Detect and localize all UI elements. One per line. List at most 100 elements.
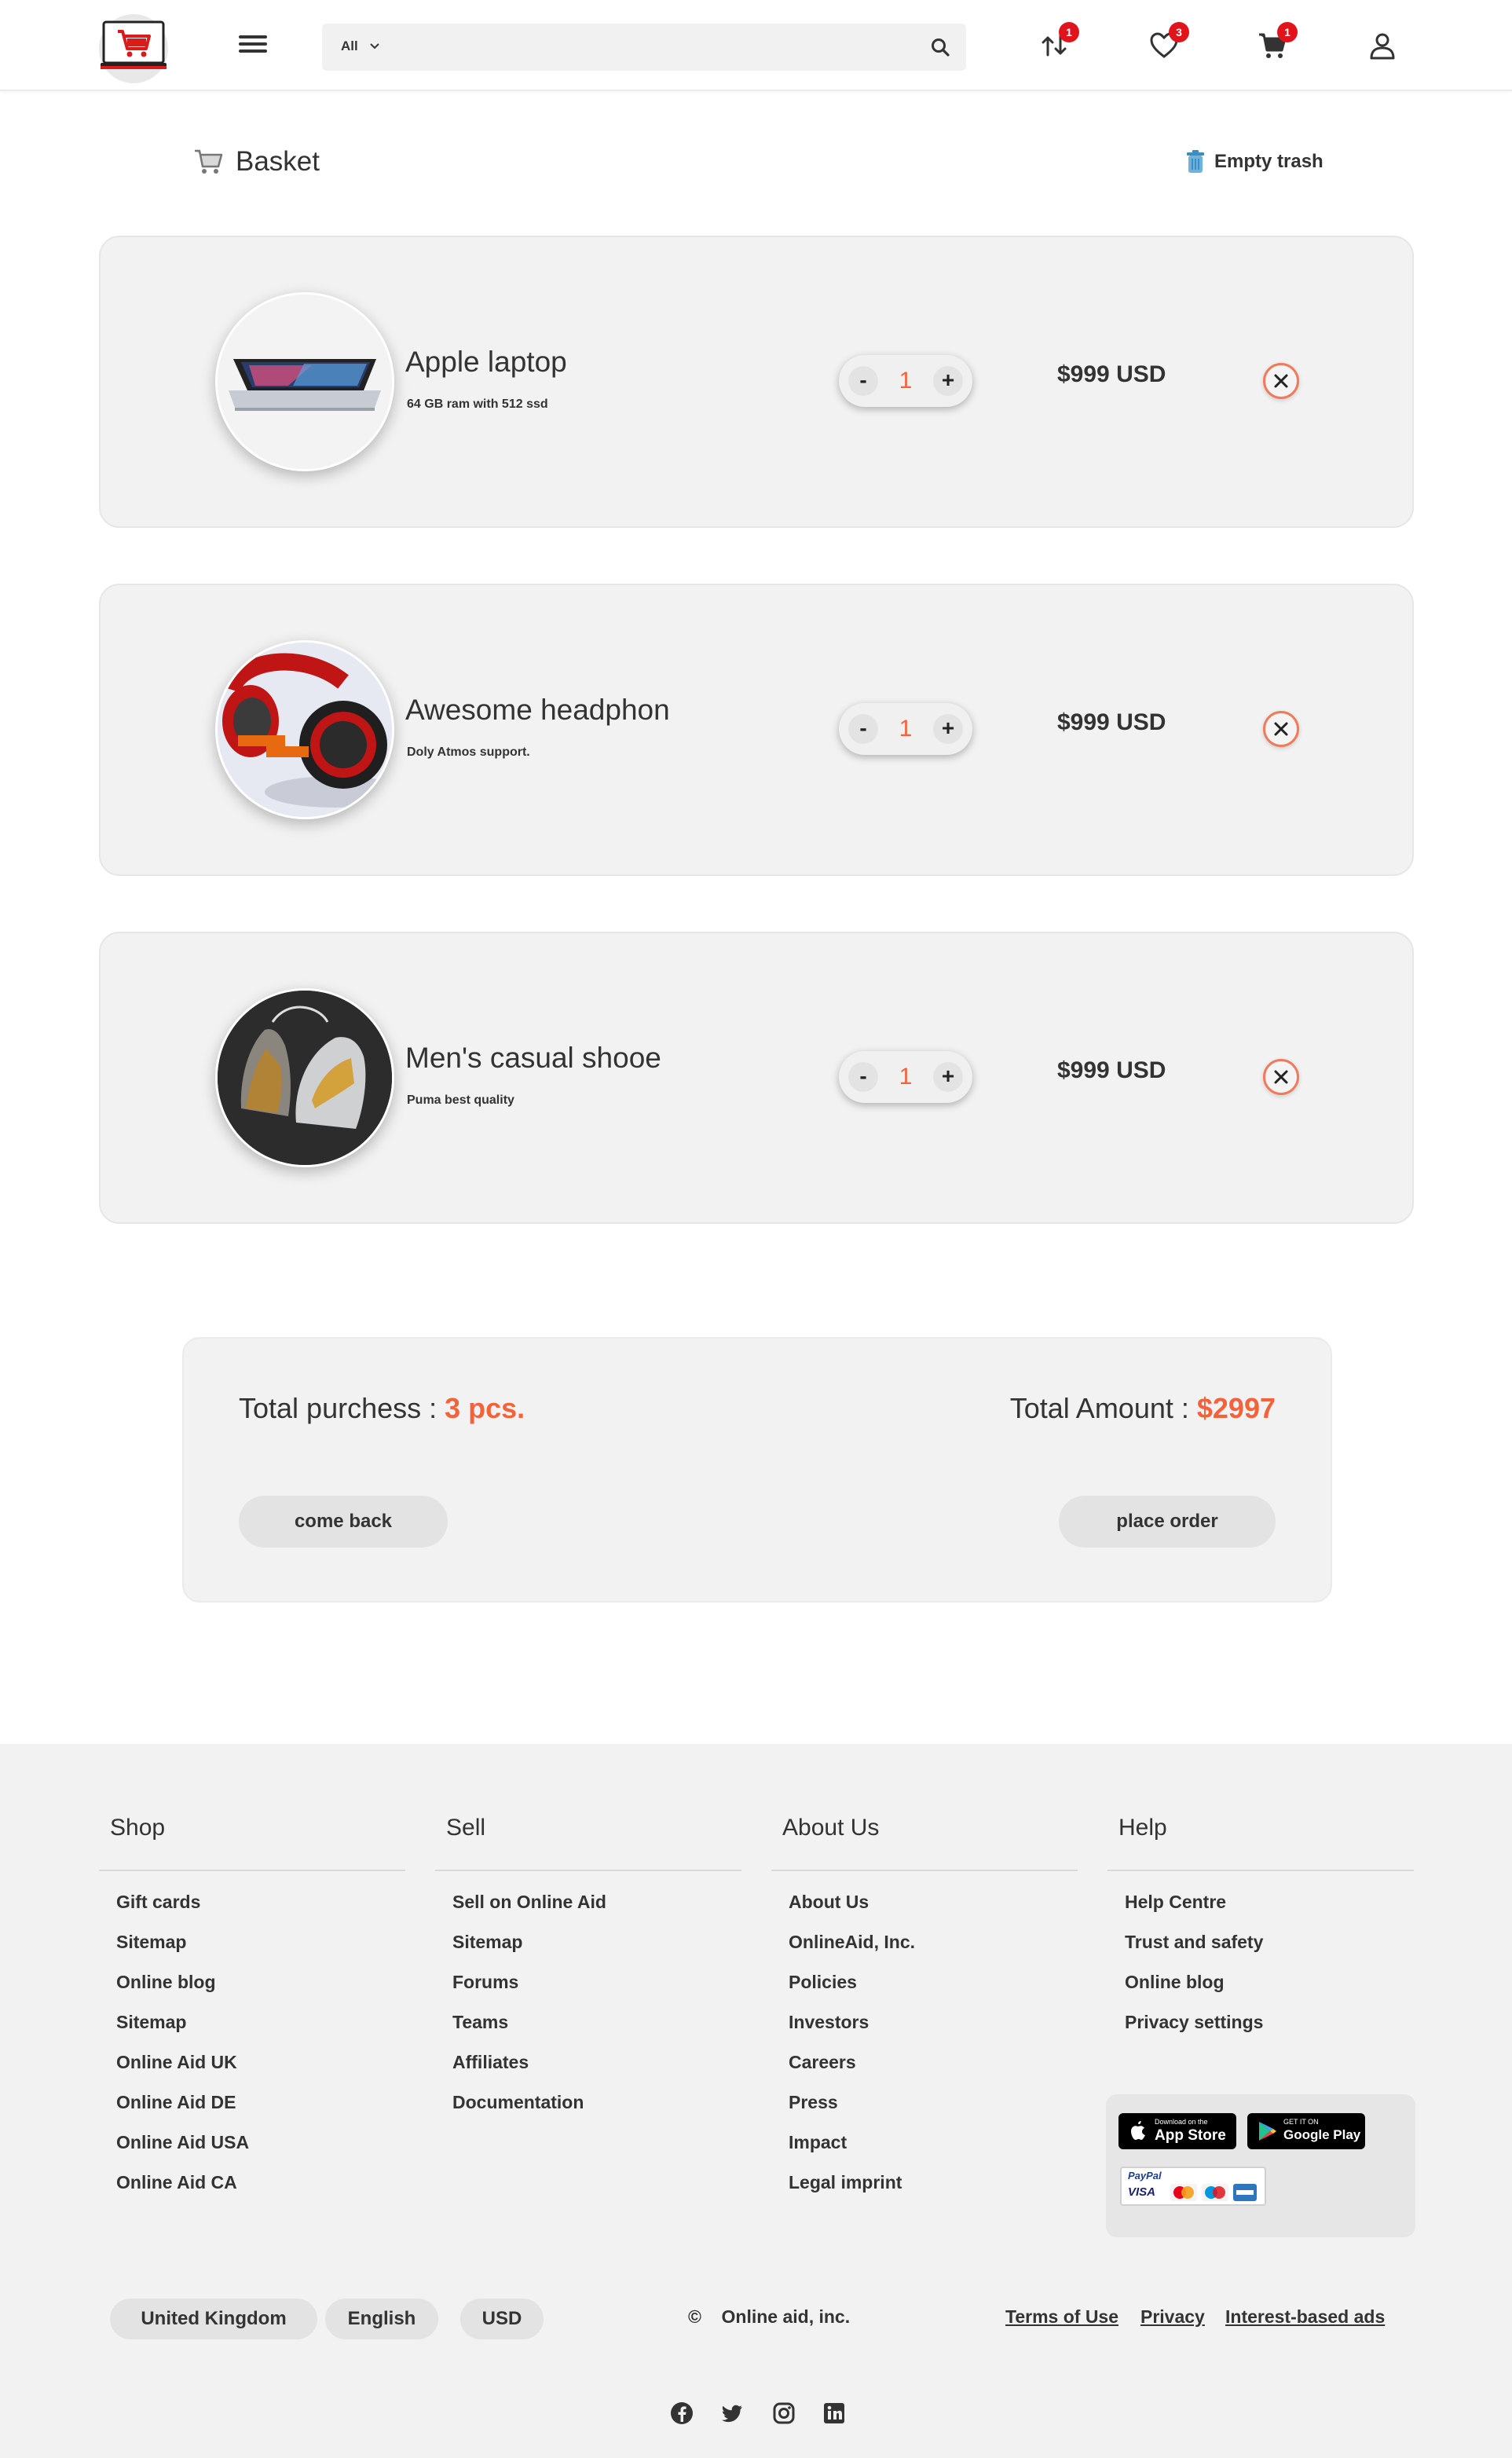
footer-link[interactable]: Online Aid USA [99,2132,405,2172]
footer-link[interactable]: Sitemap [99,1932,405,1972]
search-input[interactable] [408,31,911,63]
search-icon[interactable] [930,37,950,57]
footer-link[interactable]: Sitemap [99,2012,405,2052]
footer-link[interactable]: Policies [771,1972,1078,2012]
twitter-icon[interactable] [719,2401,745,2426]
item-price: $999 USD [1057,361,1166,387]
footer-link[interactable]: Online Aid CA [99,2172,405,2212]
footer-link[interactable]: Impact [771,2132,1078,2172]
increase-quantity-button[interactable]: + [933,1062,963,1092]
total-purchase-label: Total purchess : [239,1392,445,1424]
trash-icon [1187,150,1204,173]
basket-cart-icon [195,149,223,174]
footer-column-sell: Sell Sell on Online Aid Sitemap Forums T… [435,1815,741,2132]
currency-select[interactable]: USD [460,2299,544,2339]
google-play-text: Google Play [1283,2127,1361,2142]
item-name[interactable]: Men's casual shooe [405,1042,661,1075]
footer-link[interactable]: Privacy settings [1107,2012,1414,2052]
close-icon [1274,722,1288,736]
cart-logo-icon [101,20,167,69]
search-bar: All [322,24,966,71]
footer-link[interactable]: OnlineAid, Inc. [771,1932,1078,1972]
decrease-quantity-button[interactable]: - [848,366,878,396]
footer-column-about: About Us About Us OnlineAid, Inc. Polici… [771,1815,1078,2212]
shoes-image [215,988,394,1167]
facebook-icon[interactable] [669,2401,694,2426]
user-icon[interactable] [1367,30,1398,61]
chevron-down-icon [370,43,379,49]
item-description: Doly Atmos support. [407,745,530,759]
compare-icon[interactable]: 1 [1038,22,1079,61]
footer-link[interactable]: Documentation [435,2092,741,2132]
quantity-value: 1 [899,1064,913,1090]
quantity-stepper: - 1 + [839,703,972,755]
footer-column-title: Help [1118,1815,1167,1841]
increase-quantity-button[interactable]: + [933,366,963,396]
footer-link[interactable]: Online blog [1107,1972,1414,2012]
footer-link[interactable]: Trust and safety [1107,1932,1414,1972]
footer-column-help: Help Help Centre Trust and safety Online… [1107,1815,1414,2052]
basket-item: Awesome headphon Doly Atmos support. - 1… [99,584,1414,876]
footer-link[interactable]: Careers [771,2052,1078,2092]
footer-link[interactable]: Help Centre [1107,1892,1414,1932]
footer-link[interactable]: Online Aid DE [99,2092,405,2132]
increase-quantity-button[interactable]: + [933,714,963,744]
order-summary: Total purchess : 3 pcs. Total Amount : $… [182,1337,1332,1603]
footer-link[interactable]: Sitemap [435,1932,741,1972]
total-purchase: Total purchess : 3 pcs. [239,1392,525,1425]
visa-logo: VISA [1128,2185,1156,2199]
footer-link[interactable]: Gift cards [99,1892,405,1932]
footer-link[interactable]: Teams [435,2012,741,2052]
hamburger-menu-icon[interactable] [237,31,269,60]
interest-ads-link[interactable]: Interest-based ads [1225,2306,1385,2328]
wishlist-heart-icon[interactable]: 3 [1148,22,1189,61]
remove-item-button[interactable] [1263,711,1299,747]
total-amount: Total Amount : $2997 [1010,1392,1276,1425]
app-store-button[interactable]: Download on the App Store [1118,2113,1236,2149]
payment-methods: PayPal VISA [1120,2167,1266,2206]
copyright-symbol: © [688,2306,701,2327]
cart-icon[interactable]: 1 [1257,22,1298,61]
google-play-small-text: GET IT ON [1283,2118,1319,2126]
footer-link[interactable]: Affiliates [435,2052,741,2092]
footer-link[interactable]: Forums [435,1972,741,2012]
empty-trash-button[interactable]: Empty trash [1186,149,1323,174]
basket-heading: Basket [193,146,320,178]
remove-item-button[interactable] [1263,363,1299,399]
place-order-button[interactable]: place order [1059,1496,1276,1548]
item-description: 64 GB ram with 512 ssd [407,397,548,411]
item-name[interactable]: Apple laptop [405,346,567,379]
cart-badge: 1 [1277,22,1298,42]
item-name[interactable]: Awesome headphon [405,694,670,727]
decrease-quantity-button[interactable]: - [848,1062,878,1092]
copyright: © Online aid, inc. [688,2306,850,2328]
linkedin-icon[interactable] [822,2401,847,2426]
footer-link[interactable]: Sell on Online Aid [435,1892,741,1932]
footer-link[interactable]: Online blog [99,1972,405,2012]
privacy-link[interactable]: Privacy [1140,2306,1205,2328]
footer-link[interactable]: Press [771,2092,1078,2132]
instagram-icon[interactable] [771,2401,796,2426]
total-amount-value: $2997 [1196,1392,1276,1424]
laptop-image [215,292,394,471]
google-play-button[interactable]: GET IT ON Google Play [1247,2113,1365,2149]
item-price: $999 USD [1057,709,1166,735]
site-logo[interactable] [99,14,168,83]
remove-item-button[interactable] [1263,1059,1299,1095]
total-purchase-value: 3 pcs. [445,1392,525,1424]
app-store-text: App Store [1155,2127,1226,2144]
language-select[interactable]: English [325,2299,438,2339]
search-category-label: All [341,38,358,53]
footer-link[interactable]: Legal imprint [771,2172,1078,2212]
footer-link[interactable]: Investors [771,2012,1078,2052]
come-back-button[interactable]: come back [239,1496,448,1548]
footer-link[interactable]: Online Aid UK [99,2052,405,2092]
close-icon [1274,1070,1288,1084]
region-select[interactable]: United Kingdom [110,2299,317,2339]
quantity-value: 1 [899,716,913,742]
terms-link[interactable]: Terms of Use [1005,2306,1118,2328]
decrease-quantity-button[interactable]: - [848,714,878,744]
apple-icon [1131,2121,1145,2140]
footer-link[interactable]: About Us [771,1892,1078,1932]
search-category-select[interactable]: All [341,38,380,54]
